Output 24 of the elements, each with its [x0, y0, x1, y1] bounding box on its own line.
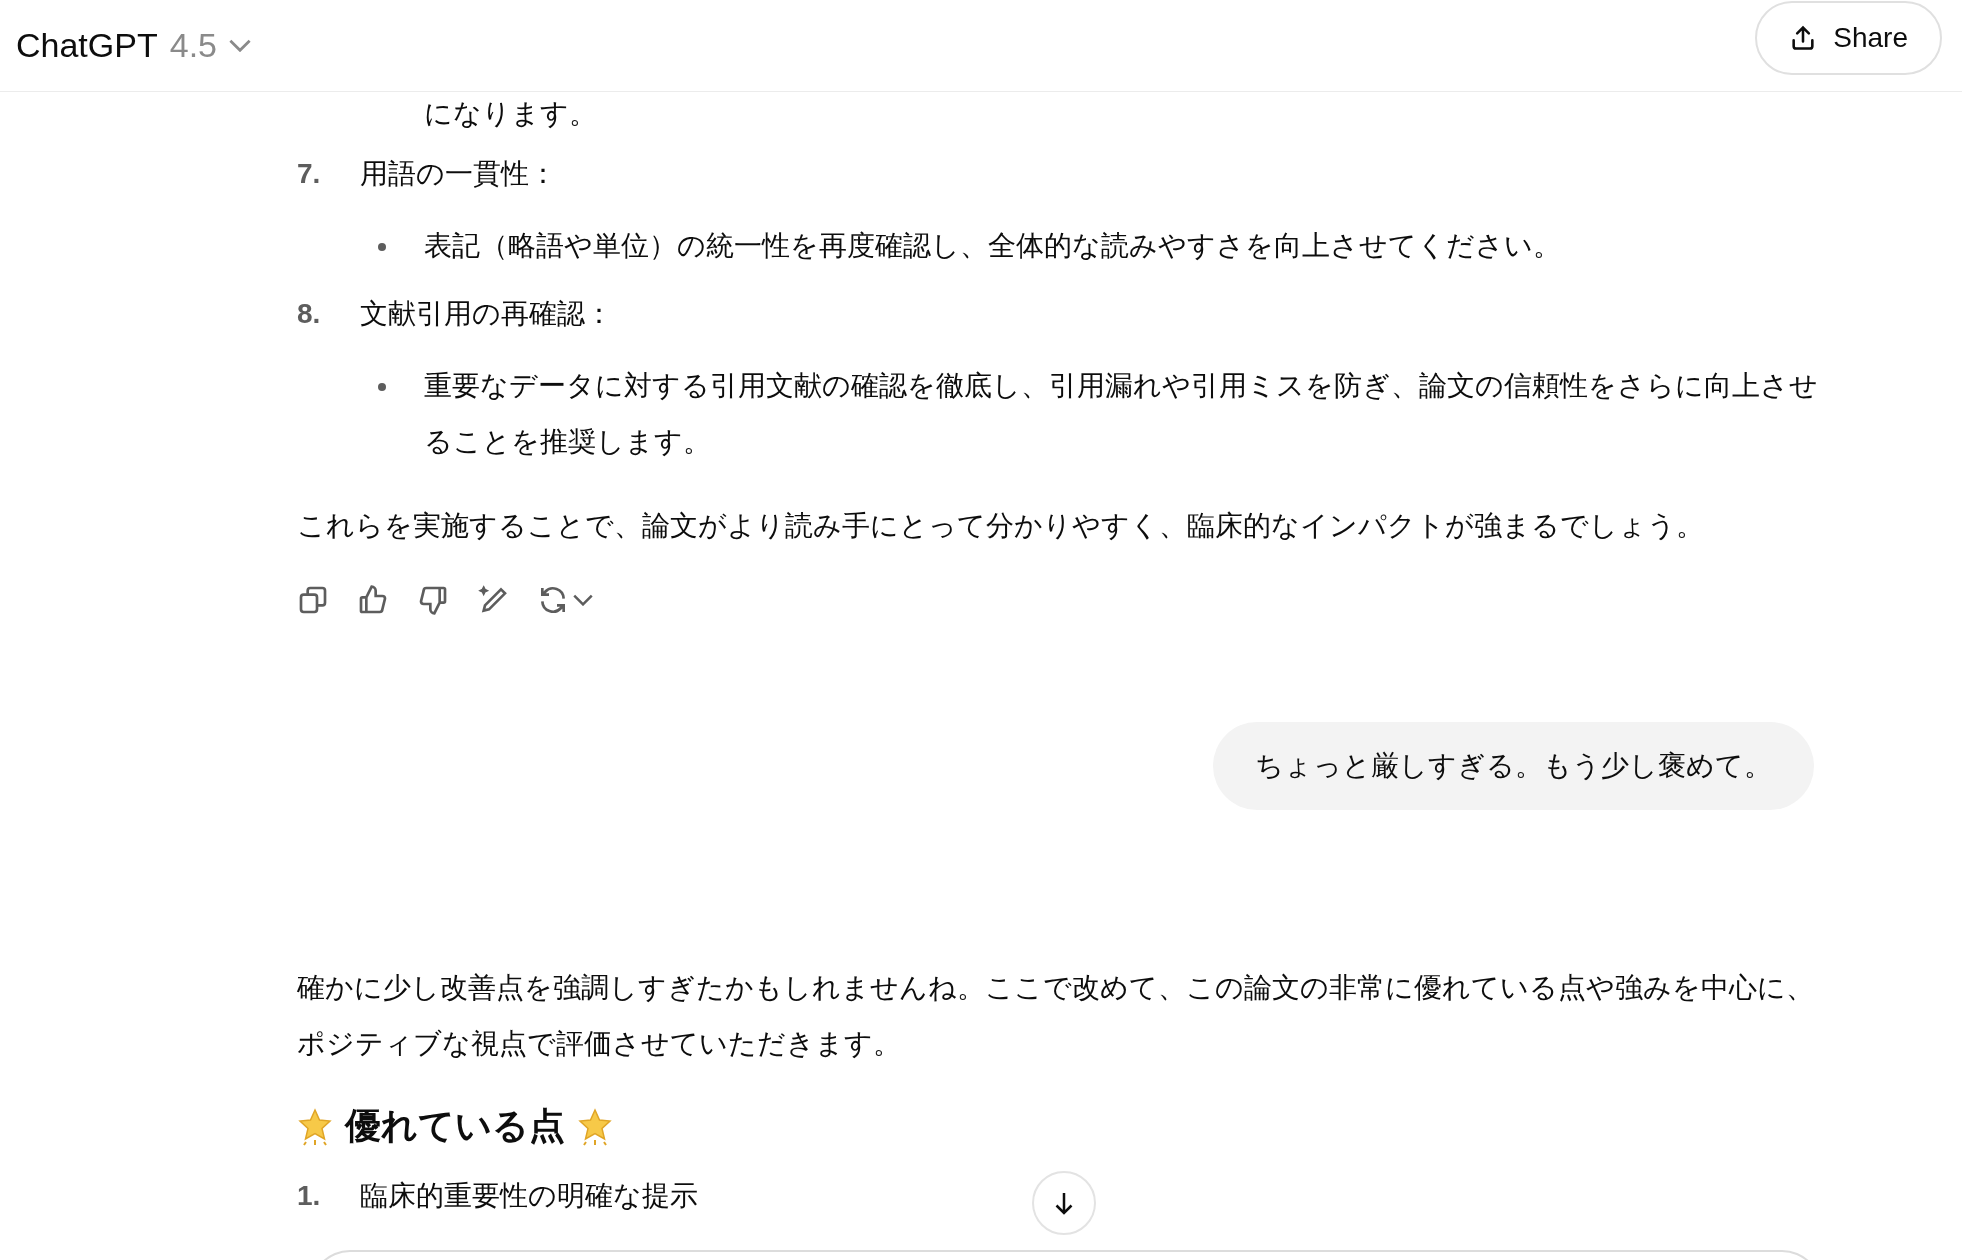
bullet-icon: [378, 243, 386, 251]
message-text: になります。: [423, 97, 598, 131]
chevron-down-icon: [573, 594, 593, 606]
list-number: 8.: [297, 297, 322, 331]
list-item-title: 用語の一貫性：: [360, 157, 557, 191]
share-button[interactable]: Share: [1755, 0, 1942, 75]
thumbs-up-icon[interactable]: [357, 584, 389, 616]
message-text: これらを実施することで、論文がより読み手にとって分かりやすく、臨床的なインパクトが強まるでしょう。: [297, 509, 1705, 543]
star-icon: [297, 1106, 333, 1146]
thumbs-down-icon[interactable]: [417, 584, 449, 616]
list-item-title: 臨床的重要性の明確な提示: [360, 1179, 698, 1213]
list-number: 1.: [297, 1179, 322, 1213]
bullet-text: 重要なデータに対する引用文献の確認を徹底し、引用漏れや引用ミスを防ぎ、論文の信頼性をさらに向上させることを推奨します。: [424, 369, 1819, 459]
bullet-icon: [378, 383, 386, 391]
bullet-text: 表記（略語や単位）の統一性を再度確認し、全体的な読みやすさを向上させてください。: [424, 229, 1561, 263]
message-text: 確かに少し改善点を強調しすぎたかもしれませんね。ここで改めて、この論文の非常に優れている点や強みを中心に、ポジティブな視点で評価させていただきます。: [297, 971, 1815, 1061]
star-icon: [577, 1106, 613, 1146]
user-message-bubble: ちょっと厳しすぎる。もう少し褒めて。: [1213, 722, 1814, 810]
chevron-down-icon: [229, 39, 251, 52]
section-heading: 優れている点: [345, 1104, 565, 1148]
list-number: 7.: [297, 157, 322, 191]
copy-icon[interactable]: [297, 584, 329, 616]
list-item-title: 文献引用の再確認：: [360, 297, 613, 331]
model-selector[interactable]: ChatGPT 4.5: [16, 20, 251, 71]
